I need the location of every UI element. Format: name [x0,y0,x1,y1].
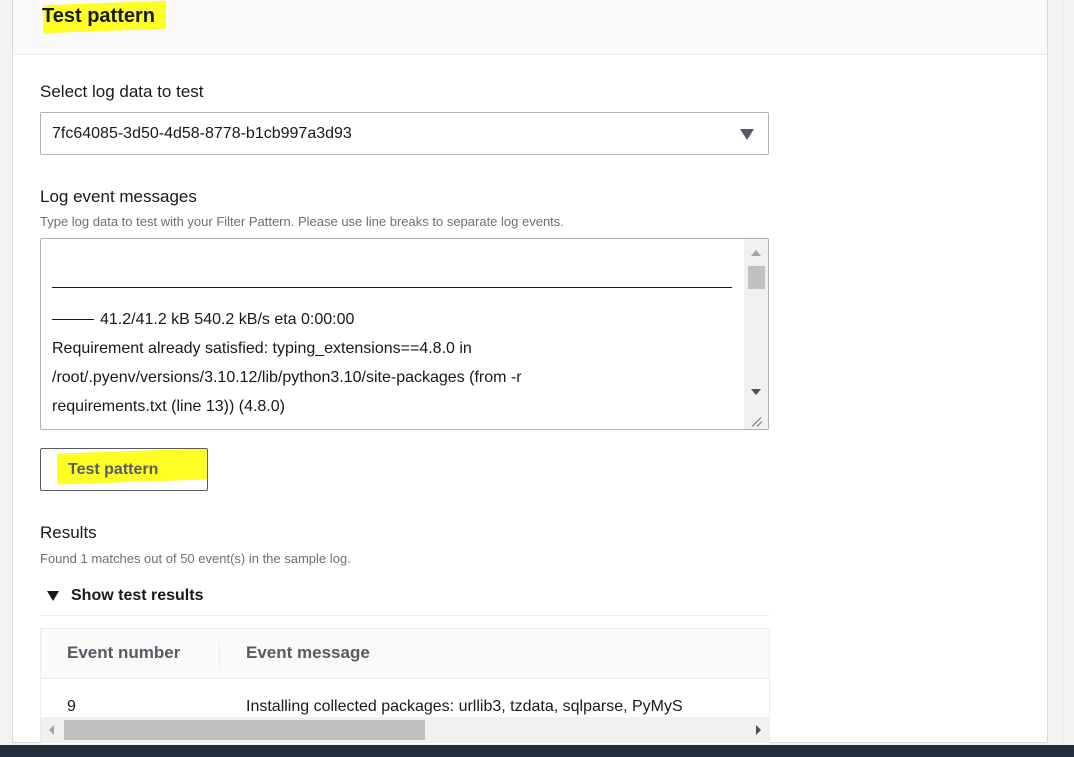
text-separator-line [52,287,732,288]
scrollbar-thumb[interactable] [64,720,425,740]
caret-down-icon [47,591,59,601]
log-events-textarea[interactable]: 41.2/41.2 kB 540.2 kB/s eta 0:00:00 Requ… [40,238,769,430]
show-test-results-toggle[interactable]: Show test results [40,582,769,616]
caret-down-icon [740,129,754,140]
text-dash [52,319,94,321]
test-pattern-button[interactable]: Test pattern [40,448,208,491]
results-table: Event number Event message 9 Installing … [40,628,770,744]
scrollbar-thumb[interactable] [748,266,765,289]
log-line: /root/.pyenv/versions/3.10.12/lib/python… [52,369,522,386]
column-header-event-number[interactable]: Event number [67,642,180,664]
column-divider [219,641,220,667]
test-pattern-button-label: Test pattern [68,461,159,478]
column-header-event-message[interactable]: Event message [246,642,370,664]
results-summary: Found 1 matches out of 50 event(s) in th… [40,551,351,566]
scroll-up-arrow-icon[interactable] [751,250,761,256]
log-line: requirements.txt (line 13)) (4.8.0) [52,398,285,415]
panel-header: Test pattern [13,0,1047,55]
cell-event-number: 9 [67,698,76,715]
resize-grip-icon[interactable] [744,411,768,429]
log-stream-select-value: 7fc64085-3d50-4d58-8778-b1cb997a3d93 [52,125,352,142]
log-stream-select[interactable]: 7fc64085-3d50-4d58-8778-b1cb997a3d93 [40,112,769,155]
table-header: Event number Event message [41,629,769,679]
vertical-scrollbar[interactable] [744,239,768,429]
log-events-label: Log event messages [40,187,197,206]
log-events-description: Type log data to test with your Filter P… [40,214,564,229]
results-label: Results [40,523,97,542]
panel-title: Test pattern [42,5,155,27]
page-scrollbar[interactable] [1062,0,1074,745]
select-log-label: Select log data to test [40,82,204,101]
scroll-right-arrow-icon[interactable] [756,725,761,735]
scroll-left-arrow-icon[interactable] [49,725,54,735]
log-line: 41.2/41.2 kB 540.2 kB/s eta 0:00:00 [52,309,354,331]
bottom-bar [0,745,1074,757]
cell-event-message: Installing collected packages: urllib3, … [246,698,683,715]
show-test-results-label: Show test results [71,587,204,604]
log-line: Requirement already satisfied: typing_ex… [52,340,472,357]
horizontal-scrollbar[interactable] [41,717,769,743]
scroll-down-arrow-icon[interactable] [751,389,761,395]
